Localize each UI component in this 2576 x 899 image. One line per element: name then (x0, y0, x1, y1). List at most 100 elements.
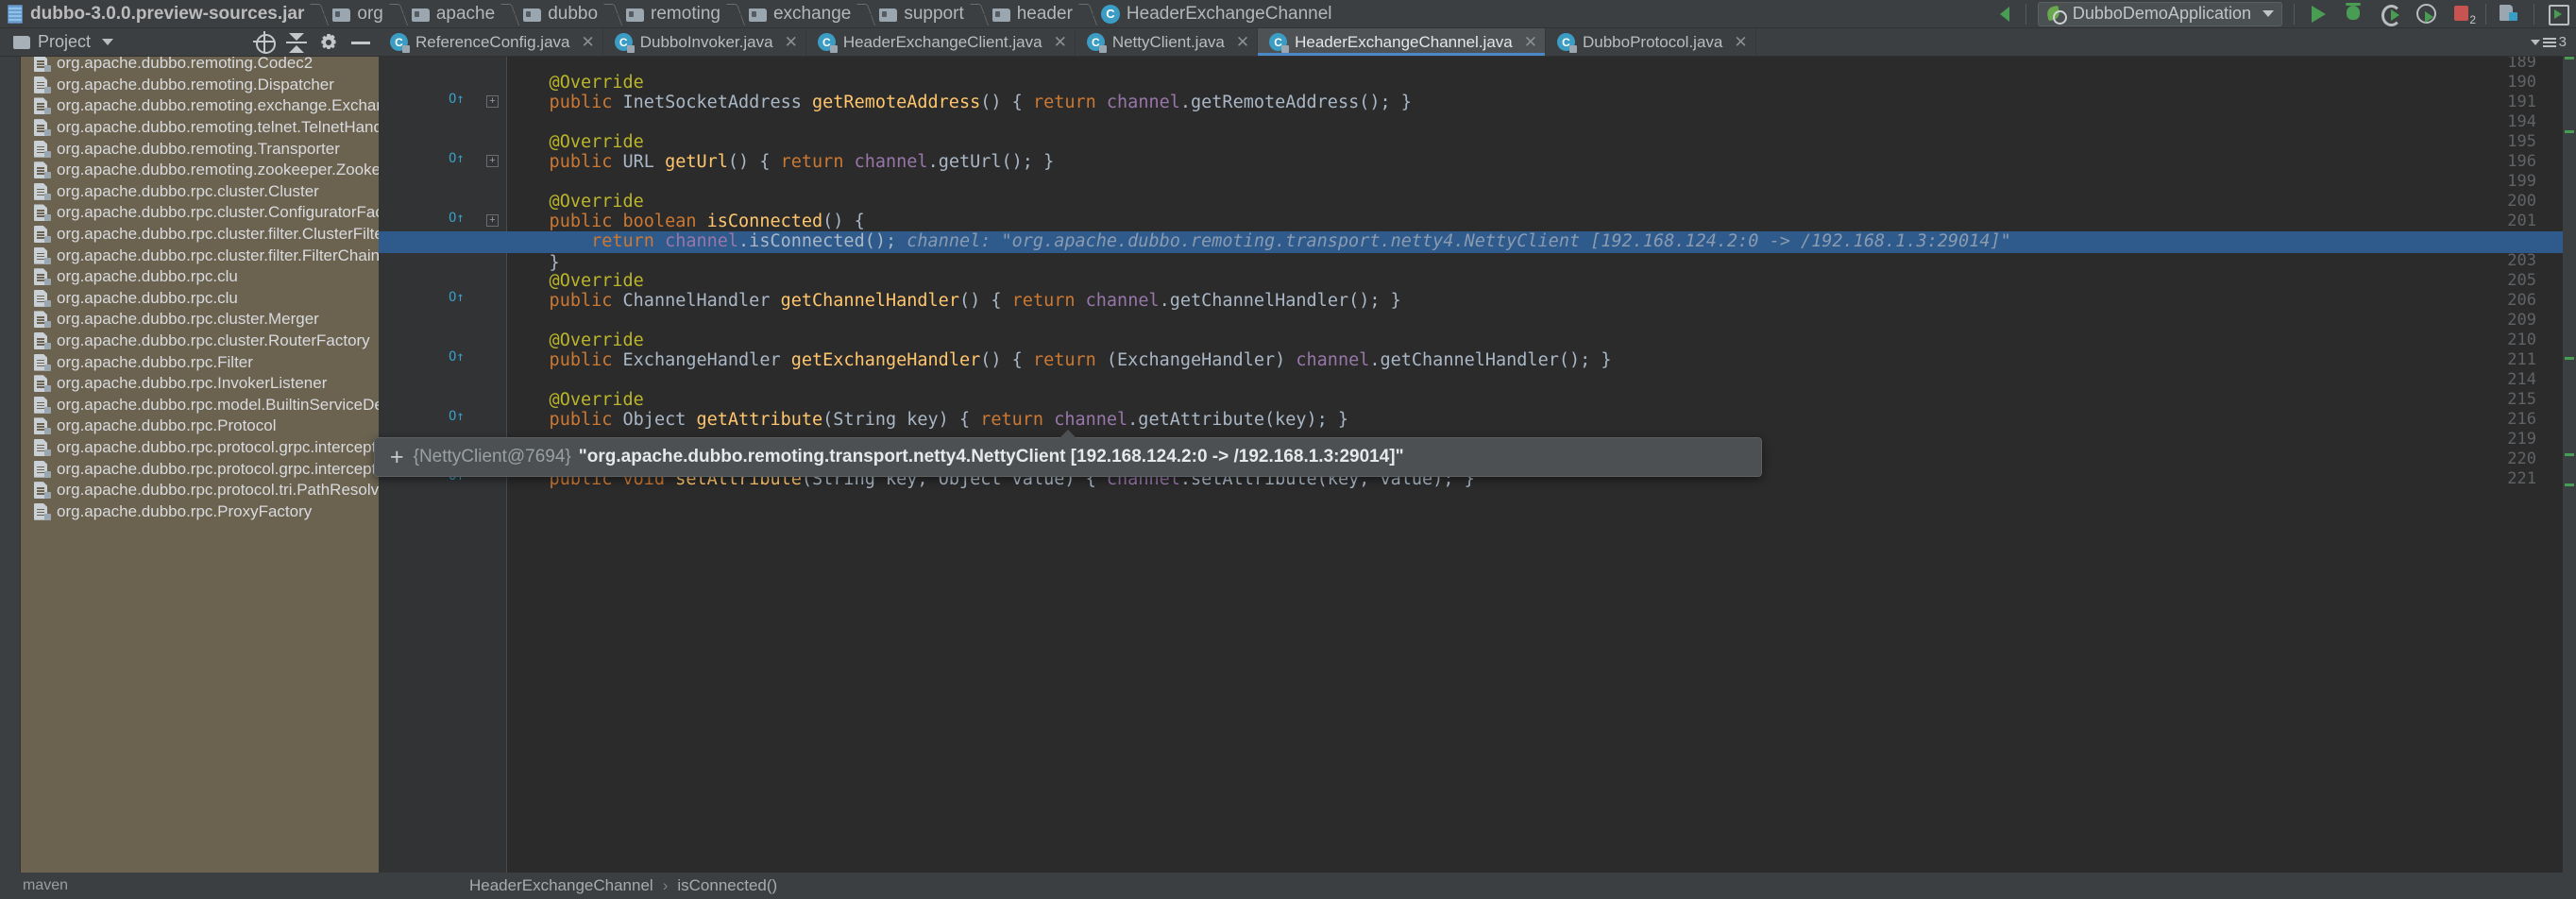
stop-button[interactable]: 2 (2446, 1, 2478, 27)
tab-dubbo-invoker[interactable]: DubboInvoker.java ✕ (603, 28, 806, 56)
tree-item[interactable]: org.apache.dubbo.remoting.Codec2 (21, 57, 379, 75)
breadcrumb-item-class[interactable]: HeaderExchangeChannel (1093, 0, 1338, 28)
maven-toolwindow-button[interactable]: maven (0, 873, 379, 899)
breadcrumb-item-remoting[interactable]: remoting (619, 0, 726, 28)
tree-item[interactable]: org.apache.dubbo.remoting.exchange.Excha… (21, 95, 379, 117)
chevron-down-icon[interactable] (102, 39, 114, 45)
search-everywhere-button[interactable] (2542, 1, 2574, 27)
back-chevron-icon[interactable] (1991, 2, 2016, 26)
project-tree[interactable]: org.apache.dubbo.remoting.Codec2 org.apa… (21, 57, 379, 873)
folder-icon (748, 7, 767, 22)
tab-header-exchange-client[interactable]: HeaderExchangeClient.java ✕ (806, 28, 1076, 56)
editor-marker-strip[interactable] (2563, 57, 2576, 873)
breadcrumb-separator-icon (310, 0, 325, 28)
breadcrumb-label: HeaderExchangeChannel (1126, 3, 1332, 24)
run-button[interactable] (2302, 1, 2334, 27)
java-class-icon (1269, 33, 1290, 53)
tree-item[interactable]: org.apache.dubbo.remoting.Dispatcher (21, 75, 379, 96)
override-marker-icon[interactable]: O↑ (449, 409, 465, 424)
tree-item[interactable]: org.apache.dubbo.rpc.ProxyFactory (21, 500, 379, 522)
folder-icon (411, 7, 430, 22)
override-marker-icon[interactable]: O↑ (449, 349, 465, 365)
settings-gear-icon[interactable] (314, 30, 343, 55)
tree-item[interactable]: org.apache.dubbo.rpc.cluster.filter.Clus… (21, 224, 379, 246)
java-file-icon (34, 226, 51, 244)
tree-item[interactable]: org.apache.dubbo.rpc.cluster.Merger (21, 309, 379, 331)
profile-button[interactable] (2410, 1, 2442, 27)
tree-item[interactable]: org.apache.dubbo.rpc.clu (21, 266, 379, 288)
fold-icon[interactable]: + (486, 214, 499, 227)
tab-netty-client[interactable]: NettyClient.java ✕ (1076, 28, 1259, 56)
breadcrumb-item-exchange[interactable]: exchange (741, 0, 856, 28)
close-icon[interactable]: ✕ (581, 34, 594, 50)
hide-icon[interactable] (347, 30, 375, 55)
tree-item[interactable]: org.apache.dubbo.rpc.InvokerListener (21, 373, 379, 395)
tab-dubbo-protocol[interactable]: DubboProtocol.java ✕ (1546, 28, 1756, 56)
tab-label: DubboProtocol.java (1582, 32, 1723, 51)
tab-label: DubboInvoker.java (639, 32, 773, 51)
override-marker-icon[interactable]: O↑ (449, 92, 465, 107)
close-icon[interactable]: ✕ (1734, 34, 1747, 50)
breadcrumb-separator: › (662, 876, 669, 894)
breadcrumb-item-dubbo[interactable]: dubbo (516, 0, 603, 28)
breadcrumb-item-apache[interactable]: apache (404, 0, 500, 28)
breadcrumb-method[interactable]: isConnected() (677, 876, 777, 895)
close-icon[interactable]: ✕ (1054, 34, 1067, 50)
tree-item[interactable]: org.apache.dubbo.rpc.protocol.grpc.inter… (21, 458, 379, 480)
java-class-icon (817, 33, 838, 53)
breadcrumb-item-org[interactable]: org (325, 0, 388, 28)
code-line: public ExchangeHandler getExchangeHandle… (507, 350, 1612, 370)
breadcrumb-item-header[interactable]: header (985, 0, 1078, 28)
debugger-value-tooltip[interactable]: + {NettyClient@7694} "org.apache.dubbo.r… (374, 430, 1762, 477)
tree-item[interactable]: org.apache.dubbo.rpc.protocol.grpc.inter… (21, 437, 379, 459)
fold-icon[interactable]: + (486, 95, 499, 108)
tab-reference-config[interactable]: ReferenceConfig.java ✕ (379, 28, 603, 56)
run-configuration-selector[interactable]: DubboDemoApplication (2037, 1, 2282, 26)
collapse-all-icon[interactable] (282, 30, 311, 55)
tree-item[interactable]: org.apache.dubbo.remoting.Transporter (21, 138, 379, 160)
expand-icon[interactable]: + (390, 445, 404, 469)
tab-header-exchange-channel[interactable]: HeaderExchangeChannel.java ✕ (1258, 28, 1546, 56)
java-file-icon (34, 76, 51, 93)
close-icon[interactable]: ✕ (1524, 34, 1537, 50)
close-icon[interactable]: ✕ (1236, 34, 1249, 50)
debug-button[interactable] (2338, 1, 2370, 27)
tree-item[interactable]: org.apache.dubbo.rpc.Filter (21, 351, 379, 373)
fold-icon[interactable]: + (486, 155, 499, 167)
layout-button[interactable] (2494, 1, 2526, 27)
tree-item-label: org.apache.dubbo.rpc.model.BuiltinServic… (57, 395, 379, 414)
tree-item[interactable]: org.apache.dubbo.rpc.Protocol (21, 416, 379, 437)
close-icon[interactable]: ✕ (785, 34, 798, 50)
tree-item-label: org.apache.dubbo.remoting.exchange.Excha… (57, 96, 379, 115)
stop-count-badge: 2 (2469, 12, 2476, 26)
breadcrumb-separator-icon (1078, 0, 1093, 28)
breadcrumb-item-support[interactable]: support (872, 0, 969, 28)
tooltip-reference: {NettyClient@7694} (413, 447, 571, 466)
java-file-icon (34, 97, 51, 115)
tree-item[interactable]: org.apache.dubbo.rpc.cluster.Cluster (21, 181, 379, 203)
override-marker-icon[interactable]: O↑ (449, 211, 465, 226)
tree-item[interactable]: org.apache.dubbo.rpc.cluster.Configurato… (21, 202, 379, 224)
tree-item[interactable]: org.apache.dubbo.remoting.telnet.TelnetH… (21, 117, 379, 139)
folder-icon (991, 7, 1010, 22)
locate-icon[interactable] (250, 30, 279, 55)
breadcrumb-root[interactable]: dubbo-3.0.0.preview-sources.jar (0, 0, 310, 28)
code-annotation: @Override (507, 390, 644, 410)
tree-item[interactable]: org.apache.dubbo.remoting.zookeeper.Zook… (21, 160, 379, 181)
spring-boot-icon (2046, 5, 2067, 25)
breadcrumb-class[interactable]: HeaderExchangeChannel (469, 876, 653, 895)
strip-label-structure[interactable] (5, 116, 20, 182)
tabs-overflow-button[interactable]: 3 (2521, 28, 2576, 56)
override-marker-icon[interactable]: O↑ (449, 290, 465, 305)
tree-item[interactable]: org.apache.dubbo.rpc.cluster.filter.Filt… (21, 245, 379, 266)
tree-item[interactable]: org.apache.dubbo.rpc.model.BuiltinServic… (21, 395, 379, 416)
tree-item[interactable]: org.apache.dubbo.rpc.cluster.RouterFacto… (21, 331, 379, 352)
breadcrumb-separator-icon (389, 0, 404, 28)
tree-item-label: org.apache.dubbo.remoting.Codec2 (57, 57, 314, 73)
breadcrumb-label: apache (435, 3, 496, 24)
override-marker-icon[interactable]: O↑ (449, 151, 465, 166)
tree-item[interactable]: org.apache.dubbo.rpc.clu (21, 288, 379, 310)
tree-item[interactable]: org.apache.dubbo.rpc.protocol.tri.PathRe… (21, 480, 379, 501)
breadcrumb-separator-icon (726, 0, 741, 28)
rerun-button[interactable] (2374, 1, 2406, 27)
